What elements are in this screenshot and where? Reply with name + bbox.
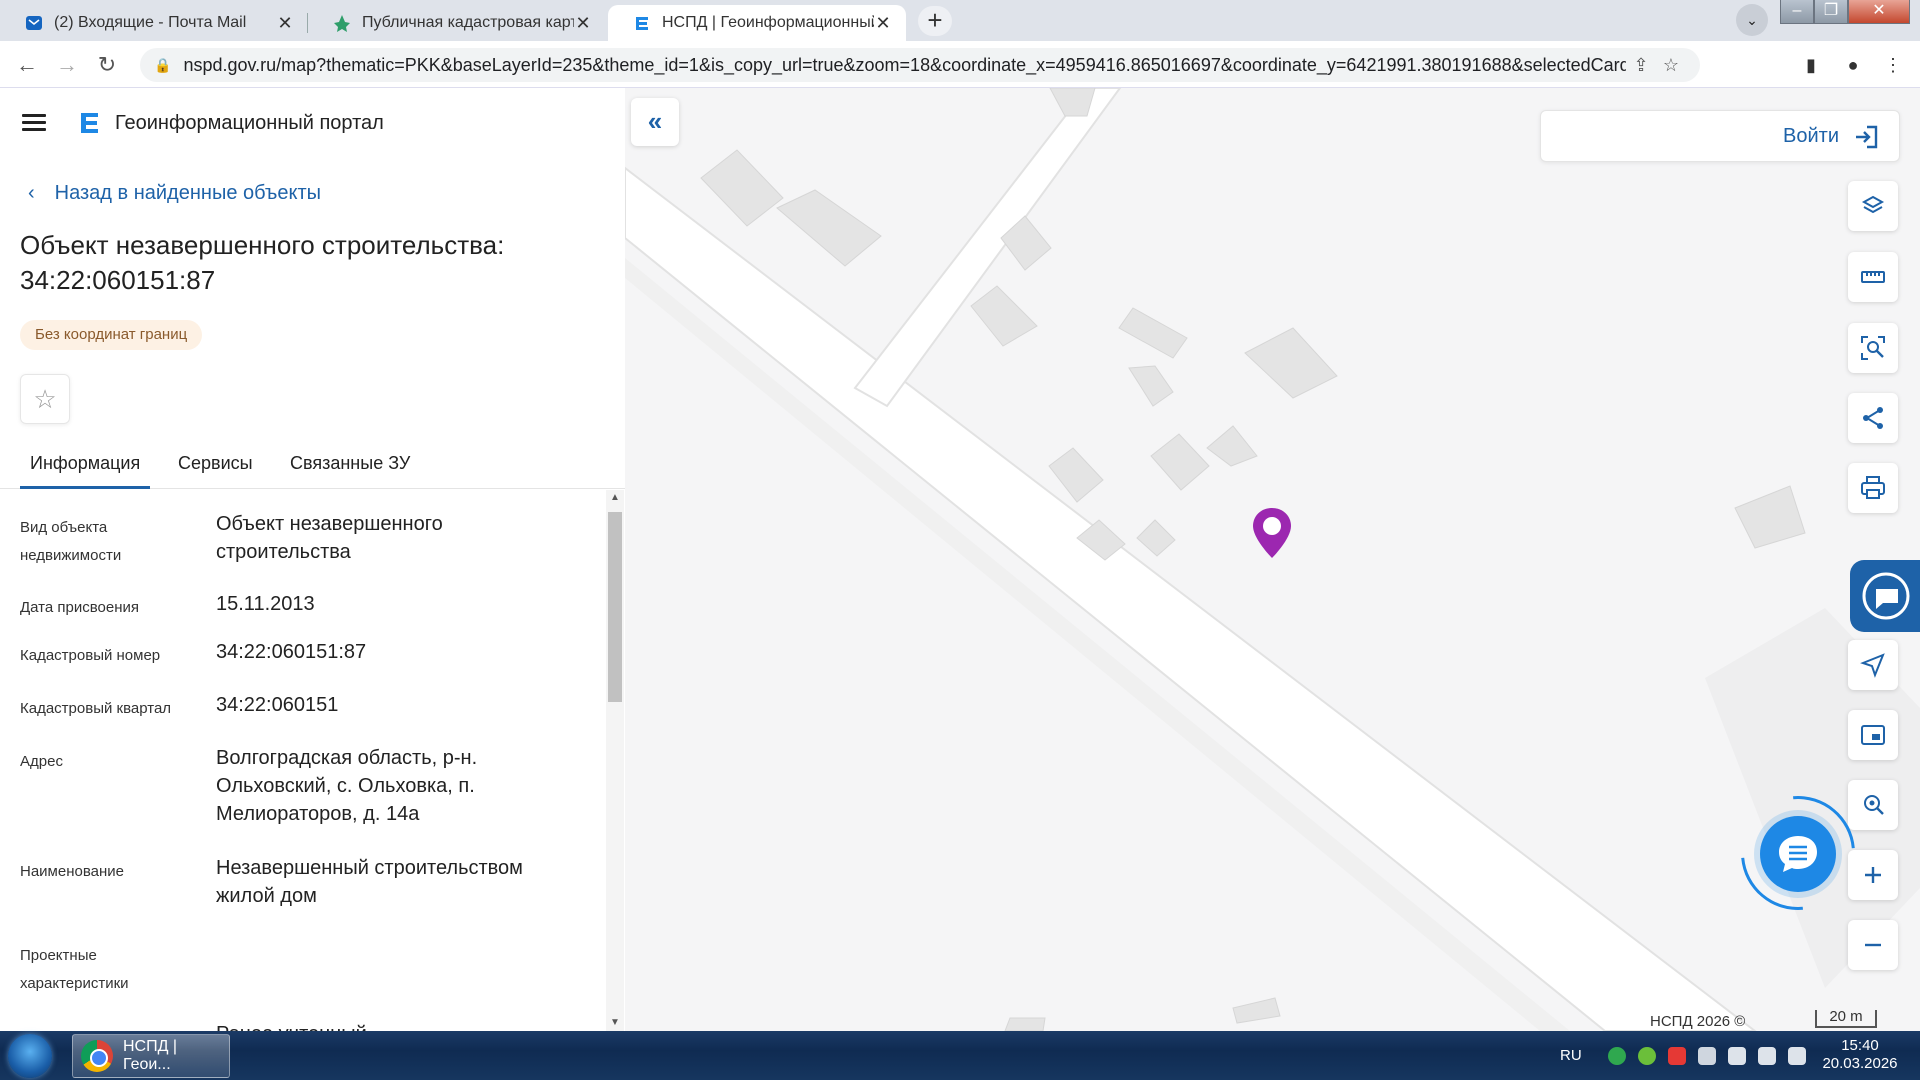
scroll-down-icon[interactable]: ▼	[606, 1015, 624, 1031]
browser-toolbar: ← → ↻ 🔒 nspd.gov.ru/map?thematic=PKK&bas…	[0, 41, 1920, 88]
collapse-sidebar-button[interactable]: «	[631, 98, 679, 146]
zoom-out-button[interactable]	[1848, 920, 1898, 970]
forward-arrow-icon[interactable]: →	[53, 51, 81, 79]
feedback-tab-button[interactable]	[1850, 560, 1920, 632]
minimap-icon	[1861, 725, 1885, 745]
scroll-up-icon[interactable]: ▲	[606, 490, 624, 506]
double-chevron-left-icon: «	[647, 106, 663, 136]
lock-tray-icon[interactable]	[1697, 1046, 1716, 1065]
kaspersky-icon[interactable]	[1607, 1046, 1626, 1065]
chevron-left-icon: ‹	[28, 182, 35, 204]
volume-icon[interactable]	[1787, 1046, 1806, 1065]
nspd-icon	[632, 13, 652, 33]
layers-button[interactable]	[1848, 181, 1898, 231]
tab-related-land[interactable]: Связанные ЗУ	[280, 443, 420, 489]
close-tab-icon[interactable]: ✕	[874, 13, 892, 34]
login-arrow-icon	[1856, 125, 1878, 149]
map-road	[853, 88, 1122, 408]
printer-icon	[1861, 476, 1885, 499]
object-info-list: Вид объекта недвижимости Объект незаверш…	[20, 513, 523, 1031]
object-tabs: Информация Сервисы Связанные ЗУ	[0, 443, 625, 489]
browser-tab-bar: (2) Входящие - Почта Mail ✕ Публичная ка…	[0, 0, 1920, 41]
back-to-results-link[interactable]: ‹ Назад в найденные объекты	[28, 182, 321, 205]
browser-tab-nspd[interactable]: НСПД | Геоинформационный п ✕	[608, 5, 906, 41]
bookmark-star-icon[interactable]: ☆	[1656, 55, 1686, 76]
flag-icon[interactable]	[1727, 1046, 1746, 1065]
object-sidebar: Геоинформационный портал ‹ Назад в найде…	[0, 88, 625, 1031]
zoom-in-button[interactable]	[1848, 850, 1898, 900]
share-page-icon[interactable]: ⇪	[1626, 55, 1656, 76]
restore-window-button[interactable]: ❐	[1814, 0, 1848, 24]
map-marker-icon[interactable]	[1249, 506, 1295, 562]
pkk-icon	[332, 13, 352, 33]
print-button[interactable]	[1848, 463, 1898, 513]
chat-fab-button[interactable]	[1760, 816, 1836, 892]
taskbar-chrome-app[interactable]: НСПД | Геои...	[72, 1034, 230, 1078]
browser-tab-mail[interactable]: (2) Входящие - Почта Mail ✕	[0, 5, 308, 41]
tab-services[interactable]: Сервисы	[168, 443, 263, 489]
object-title: Объект незавершенного строительства: 34:…	[20, 230, 505, 295]
chat-icon	[1779, 836, 1817, 872]
portal-logo-icon	[76, 110, 102, 136]
geolocation-button[interactable]	[1848, 640, 1898, 690]
browser-menu-icon[interactable]: ⋮	[1880, 52, 1906, 78]
layers-icon	[1861, 195, 1885, 214]
chrome-icon	[81, 1040, 113, 1072]
minimap-button[interactable]	[1848, 710, 1898, 760]
status-badge: Без координат границ	[20, 320, 203, 350]
share-button[interactable]	[1848, 393, 1898, 443]
close-window-button[interactable]: ✕	[1848, 0, 1910, 24]
tab-information[interactable]: Информация	[20, 443, 151, 489]
reload-icon[interactable]: ↻	[93, 51, 121, 79]
language-indicator[interactable]: RU	[1560, 1047, 1582, 1064]
browser-tab-pkk[interactable]: Публичная кадастровая карта ✕	[308, 5, 606, 41]
mail-icon	[24, 13, 44, 33]
minus-icon	[1865, 943, 1881, 947]
area-search-button[interactable]	[1848, 323, 1898, 373]
network-icon[interactable]	[1757, 1046, 1776, 1065]
location-search-icon	[1864, 795, 1884, 815]
lock-icon: 🔒	[154, 56, 172, 73]
info-scrollbar[interactable]: ▲ ▼	[606, 490, 624, 1031]
new-tab-button[interactable]: +	[918, 6, 952, 36]
ruler-button[interactable]	[1848, 252, 1898, 302]
map-road	[625, 166, 1757, 1031]
anydesk-icon[interactable]	[1667, 1046, 1686, 1065]
hamburger-menu-icon[interactable]	[22, 114, 46, 132]
chat-bubble-icon	[1862, 572, 1910, 620]
profile-avatar-icon[interactable]: ●	[1840, 52, 1866, 78]
map-road-edge	[625, 258, 1570, 1031]
map-canvas[interactable]: « Войти НСПД 2026 © 20 m	[625, 88, 1920, 1031]
system-tray: RU	[1560, 1031, 1812, 1080]
torrent-icon[interactable]	[1637, 1046, 1656, 1065]
login-button[interactable]: Войти	[1540, 110, 1900, 162]
map-scale: 20 m	[1815, 1009, 1877, 1028]
address-bar[interactable]: 🔒 nspd.gov.ru/map?thematic=PKK&baseLayer…	[140, 48, 1700, 82]
side-panel-icon[interactable]: ▮	[1798, 52, 1824, 78]
plus-icon	[1865, 867, 1881, 883]
tab-search-chevron-icon[interactable]: ⌄	[1736, 4, 1768, 36]
star-icon: ☆	[33, 384, 57, 414]
system-clock[interactable]: 15:40 20.03.2026	[1810, 1037, 1910, 1073]
favorite-star-button[interactable]: ☆	[20, 374, 70, 424]
navigation-arrow-icon	[1860, 653, 1885, 678]
area-search-icon	[1861, 336, 1885, 360]
back-arrow-icon[interactable]: ←	[13, 51, 41, 79]
start-button[interactable]	[8, 1034, 52, 1078]
scrollbar-thumb[interactable]	[608, 512, 622, 702]
windows-taskbar: НСПД | Геои... RU 15:40 20.03.2026	[0, 1031, 1920, 1080]
share-icon	[1863, 407, 1883, 429]
close-tab-icon[interactable]: ✕	[574, 13, 592, 34]
ruler-icon	[1861, 271, 1885, 283]
minimize-window-button[interactable]: –	[1780, 0, 1814, 24]
search-location-button[interactable]	[1848, 780, 1898, 830]
map-copyright: НСПД 2026 ©	[1650, 1013, 1746, 1030]
close-tab-icon[interactable]: ✕	[276, 13, 294, 34]
portal-title: Геоинформационный портал	[115, 112, 384, 134]
